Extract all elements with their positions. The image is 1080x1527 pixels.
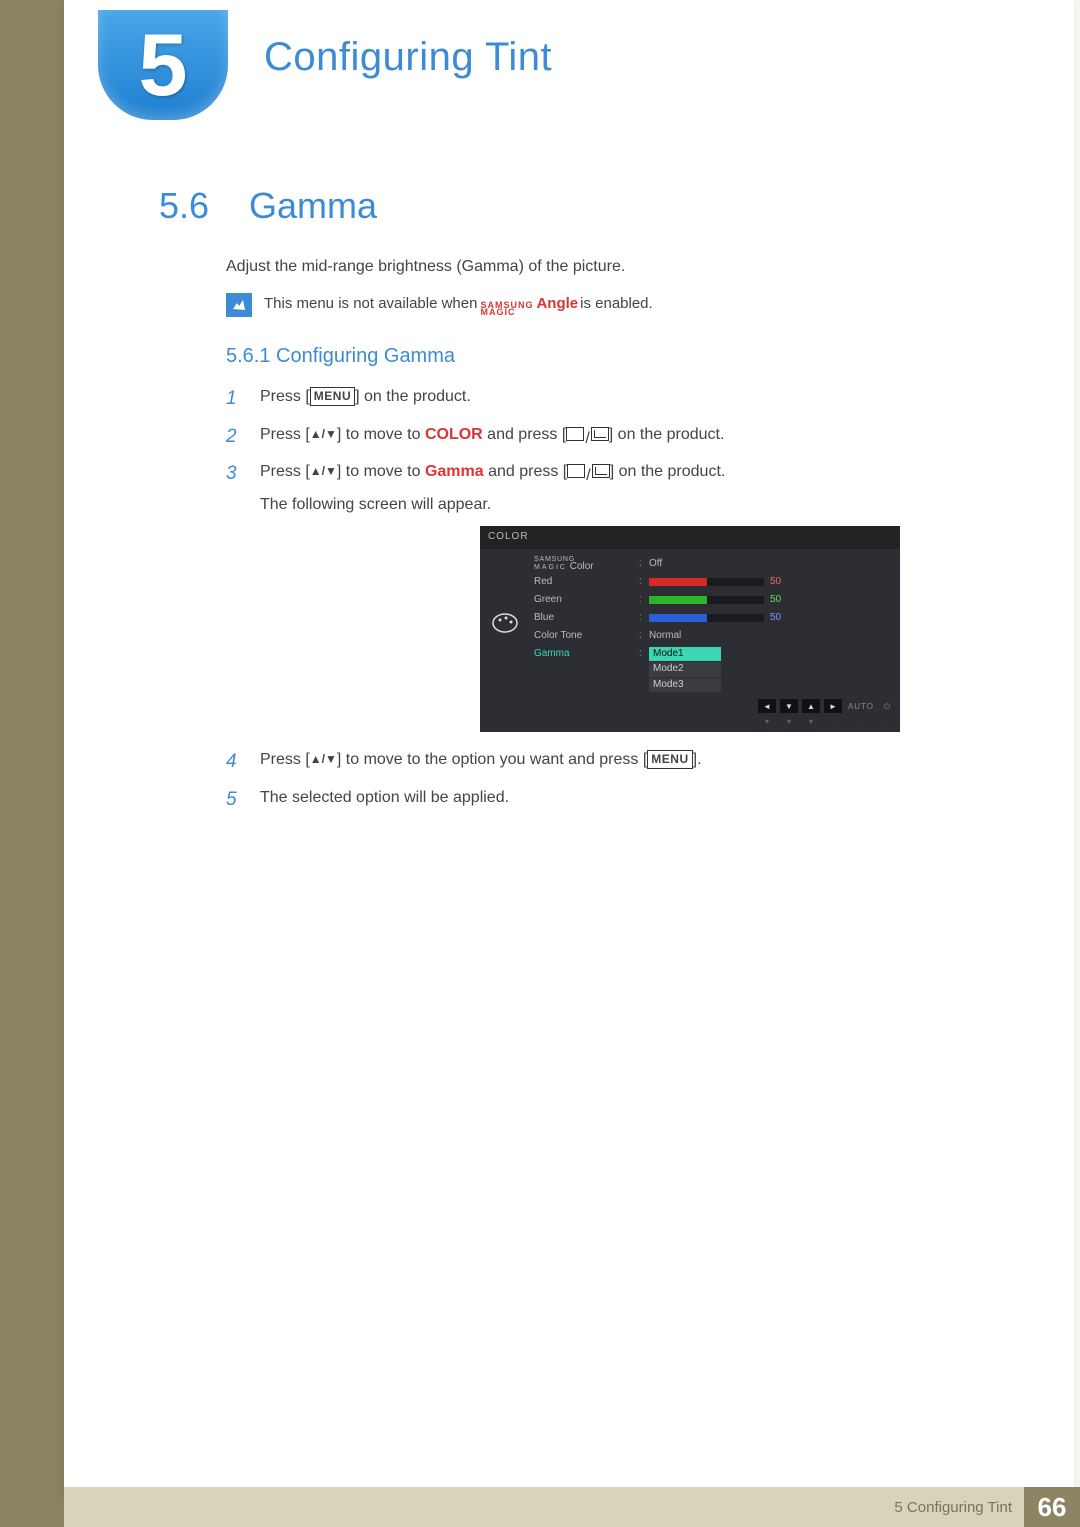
gamma-option: Mode3	[649, 678, 721, 693]
palette-icon	[480, 549, 530, 697]
menu-button-label: MENU	[310, 387, 355, 406]
up-down-arrows-icon: ▲/▼	[310, 463, 337, 480]
footer-chapter-label: 5 Configuring Tint	[894, 1499, 1012, 1516]
osd-title: COLOR	[480, 526, 900, 549]
footer-page-number: 66	[1024, 1487, 1080, 1527]
power-icon: ⏻	[880, 699, 894, 713]
auto-label: AUTO	[846, 699, 876, 713]
section-number: 5.6	[159, 185, 209, 227]
step-3: 3 Press [▲/▼] to move to Gamma and press…	[226, 460, 1006, 738]
osd-row-green: Green: 50	[534, 591, 890, 609]
samsung-magic-label: SAMSUNG MAGIC	[480, 302, 533, 316]
left-margin-strip	[0, 0, 64, 1527]
up-down-arrows-icon: ▲/▼	[310, 426, 337, 443]
menu-button-label: MENU	[647, 750, 692, 769]
up-down-arrows-icon: ▲/▼	[310, 751, 337, 768]
step-1: 1 Press [MENU] on the product.	[226, 385, 1006, 413]
gamma-option: Mode2	[649, 662, 721, 677]
chapter-number: 5	[139, 21, 188, 109]
osd-row-blue: Blue: 50	[534, 609, 890, 627]
page: 5 Configuring Tint 5.6 Gamma Adjust the …	[64, 0, 1074, 1494]
note-icon	[226, 293, 252, 317]
gamma-selected: Mode1	[649, 647, 721, 662]
osd-screenshot: COLOR SAMSUNG MAGIC Color :	[480, 526, 900, 732]
chapter-badge: 5	[98, 10, 228, 120]
steps-list: 1 Press [MENU] on the product. 2 Press […	[226, 385, 1006, 823]
osd-footer-sub: ▾▾▾···	[480, 716, 900, 732]
nav-right-icon: ►	[824, 699, 842, 713]
nav-left-icon: ◄	[758, 699, 776, 713]
source-enter-icons: /	[567, 464, 609, 487]
step-2: 2 Press [▲/▼] to move to COLOR and press…	[226, 423, 1006, 451]
step-4: 4 Press [▲/▼] to move to the option you …	[226, 748, 1006, 776]
keyword-color: COLOR	[425, 426, 483, 443]
osd-row-color-tone: Color Tone: Normal	[534, 627, 890, 645]
note-row: This menu is not available when SAMSUNG …	[226, 293, 653, 317]
section-intro: Adjust the mid-range brightness (Gamma) …	[226, 258, 625, 276]
step-5: 5 The selected option will be applied.	[226, 786, 1006, 814]
nav-down-icon: ▼	[780, 699, 798, 713]
subsection-title: 5.6.1 Configuring Gamma	[226, 345, 455, 368]
page-footer: 5 Configuring Tint 66	[64, 1487, 1080, 1527]
osd-row-gamma: Gamma: Mode1 Mode2 Mode3	[534, 645, 890, 693]
osd-footer-buttons: ◄ ▼ ▲ ► AUTO ⏻	[480, 696, 900, 716]
section-title: Gamma	[249, 185, 377, 227]
source-enter-icons: /	[566, 427, 608, 450]
nav-up-icon: ▲	[802, 699, 820, 713]
chapter-title: Configuring Tint	[264, 35, 552, 80]
osd-row-magic-color: SAMSUNG MAGIC Color : Off	[534, 555, 890, 573]
keyword-gamma: Gamma	[425, 463, 484, 480]
note-text: This menu is not available when SAMSUNG …	[264, 295, 653, 316]
osd-row-red: Red: 50	[534, 573, 890, 591]
